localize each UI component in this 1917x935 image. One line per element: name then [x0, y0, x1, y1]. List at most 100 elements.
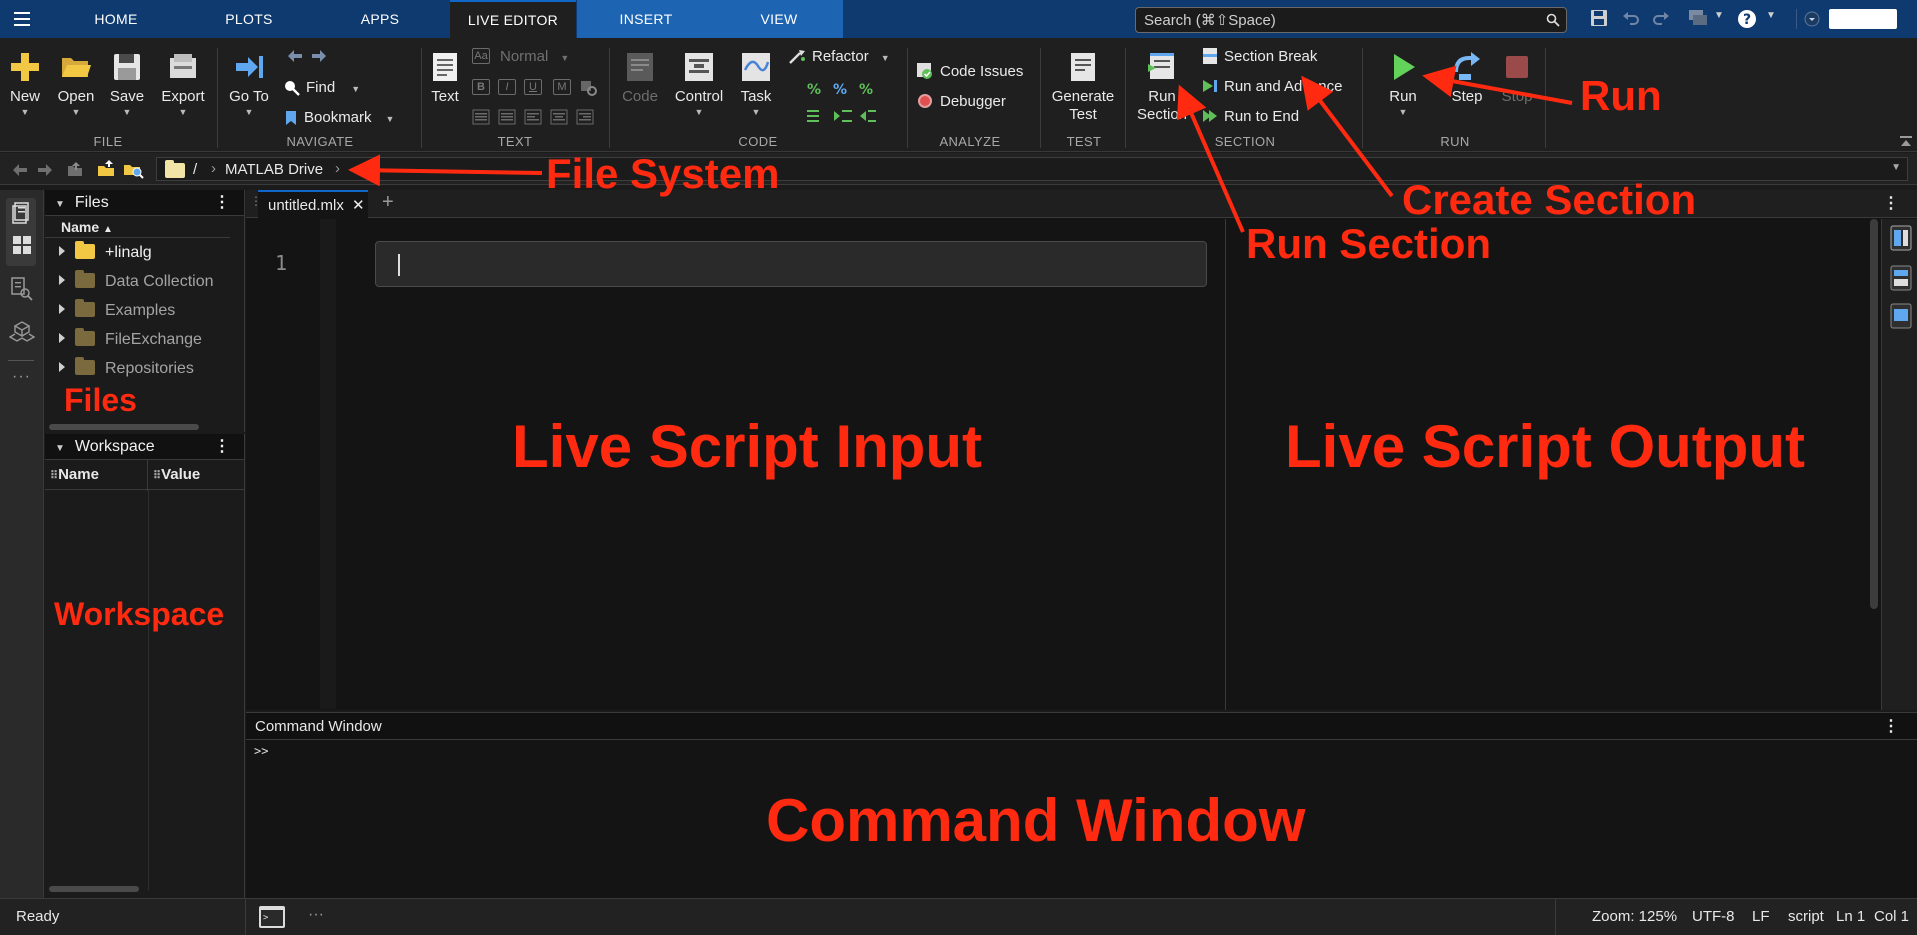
chevron-down-icon[interactable]: ▼ — [1714, 10, 1724, 21]
code-button[interactable]: Code — [614, 46, 666, 132]
forward-arrow-icon[interactable] — [311, 49, 327, 63]
export-button[interactable]: Export ▼ — [152, 46, 214, 132]
comment-icons[interactable]: %%% — [804, 79, 878, 99]
text-button[interactable]: Text — [426, 46, 464, 132]
monospace-icon[interactable]: M — [553, 79, 571, 95]
back-arrow-icon[interactable] — [12, 163, 28, 177]
find-button[interactable]: Find ▼ — [284, 77, 360, 99]
path-root[interactable]: / — [193, 161, 197, 178]
expand-triangle-icon[interactable] — [59, 246, 65, 256]
workspace-panel-icon[interactable] — [12, 235, 32, 255]
collapse-ribbon-icon[interactable] — [1899, 134, 1913, 148]
save-button[interactable]: Save ▼ — [102, 46, 152, 132]
folder-row[interactable]: Data Collection — [59, 267, 244, 296]
menu-icon[interactable] — [10, 8, 36, 30]
switch-windows-icon[interactable] — [1688, 9, 1710, 27]
more-options-icon[interactable]: ··· — [12, 368, 31, 386]
expand-triangle-icon[interactable] — [59, 304, 65, 314]
editor-tab-untitled[interactable]: untitled.mlx ✕ — [258, 190, 368, 218]
code-input-cell[interactable] — [375, 241, 1207, 287]
open-button[interactable]: Open ▼ — [50, 46, 102, 132]
close-tab-icon[interactable]: ✕ — [352, 196, 365, 214]
text-settings-icon[interactable] — [580, 79, 598, 97]
list-and-align-icons[interactable] — [472, 108, 602, 126]
add-ons-icon[interactable] — [9, 320, 35, 346]
tab-home[interactable]: HOME — [62, 0, 170, 38]
tab-apps[interactable]: APPS — [330, 0, 430, 38]
italic-icon[interactable]: I — [498, 79, 516, 95]
find-files-icon[interactable] — [10, 276, 34, 302]
stop-button[interactable]: Stop — [1490, 46, 1544, 132]
editor-vertical-scrollbar[interactable] — [1870, 219, 1878, 609]
files-horizontal-scrollbar[interactable] — [49, 424, 199, 430]
step-button[interactable]: Step — [1440, 46, 1494, 132]
add-tab-button[interactable]: + — [382, 191, 394, 214]
bold-icon[interactable]: B — [472, 79, 490, 95]
browse-folder-icon[interactable] — [96, 159, 116, 179]
folder-row[interactable]: Repositories — [59, 354, 244, 383]
bookmark-button[interactable]: Bookmark ▼ — [284, 107, 394, 129]
folder-row[interactable]: FileExchange — [59, 325, 244, 354]
text-style-dropdown[interactable]: Normal ▼ — [500, 46, 569, 68]
code-issues-button[interactable]: Code Issues — [916, 61, 1023, 83]
up-folder-icon[interactable] — [66, 160, 84, 178]
files-column-header[interactable]: Name ▲ — [45, 216, 230, 238]
back-arrow-icon[interactable] — [287, 49, 303, 63]
redo-icon[interactable] — [1652, 10, 1670, 26]
status-zoom[interactable]: Zoom: 125% — [1592, 899, 1677, 935]
more-options-icon[interactable]: ··· — [308, 897, 324, 933]
editor-menu-icon[interactable]: ⋮ — [1883, 193, 1899, 213]
workspace-column-name[interactable]: ⠿Name — [48, 460, 148, 491]
text-style-icon[interactable]: Aa — [472, 48, 490, 64]
run-and-advance-button[interactable]: Run and Advance — [1202, 76, 1342, 98]
status-encoding[interactable]: UTF-8 — [1692, 899, 1735, 935]
debugger-button[interactable]: Debugger — [916, 91, 1006, 113]
expand-triangle-icon[interactable] — [59, 275, 65, 285]
chevron-down-icon[interactable]: ▼ — [1891, 162, 1901, 173]
task-button[interactable]: Task ▼ — [728, 46, 784, 132]
go-to-button[interactable]: Go To ▼ — [222, 46, 276, 132]
control-button[interactable]: Control ▼ — [668, 46, 730, 132]
notifications-icon[interactable] — [1804, 11, 1820, 27]
files-panel-icon[interactable] — [12, 202, 32, 224]
output-divider[interactable] — [1225, 219, 1226, 710]
collapse-triangle-icon[interactable]: ▼ — [55, 192, 65, 218]
workspace-column-value[interactable]: ⠿Value — [151, 460, 200, 491]
undo-icon[interactable] — [1622, 10, 1640, 26]
panel-menu-icon[interactable]: ⋮ — [214, 190, 230, 216]
terminal-icon[interactable]: > — [258, 905, 286, 929]
expand-triangle-icon[interactable] — [59, 333, 65, 343]
search-box[interactable] — [1135, 7, 1567, 33]
workspace-horizontal-scrollbar[interactable] — [49, 886, 139, 892]
search-input[interactable] — [1136, 8, 1566, 32]
run-to-end-button[interactable]: Run to End — [1202, 106, 1299, 128]
path-matlab-drive[interactable]: MATLAB Drive — [225, 161, 323, 178]
generate-test-button[interactable]: Generate Test — [1044, 46, 1122, 132]
tab-view[interactable]: VIEW — [715, 0, 843, 38]
output-right-icon[interactable] — [1890, 225, 1912, 251]
expand-triangle-icon[interactable] — [59, 362, 65, 372]
underline-icon[interactable]: U — [524, 79, 542, 95]
user-account-box[interactable] — [1829, 9, 1897, 29]
help-icon[interactable]: ? — [1737, 9, 1757, 29]
tab-plots[interactable]: PLOTS — [190, 0, 308, 38]
section-break-button[interactable]: Section Break — [1202, 46, 1317, 68]
panel-menu-icon[interactable]: ⋮ — [214, 434, 230, 460]
command-window-menu-icon[interactable]: ⋮ — [1883, 716, 1899, 736]
run-button[interactable]: Run ▼ — [1376, 46, 1430, 132]
save-icon[interactable] — [1590, 9, 1608, 27]
folder-row[interactable]: Examples — [59, 296, 244, 325]
refactor-button[interactable]: Refactor ▼ — [788, 46, 890, 68]
search-folder-icon[interactable] — [122, 159, 144, 179]
status-eol[interactable]: LF — [1752, 899, 1770, 935]
output-inline-icon[interactable] — [1890, 265, 1912, 291]
collapse-triangle-icon[interactable]: ▼ — [55, 436, 65, 462]
tab-insert[interactable]: INSERT — [577, 0, 715, 38]
hide-code-icon[interactable] — [1890, 303, 1912, 329]
chevron-down-icon[interactable]: ▼ — [1766, 10, 1776, 21]
forward-arrow-icon[interactable] — [37, 163, 53, 177]
indent-icons[interactable] — [804, 107, 878, 127]
folder-row[interactable]: +linalg — [59, 238, 244, 267]
tab-live-editor[interactable]: LIVE EDITOR — [450, 0, 576, 38]
run-section-button[interactable]: Run Section — [1132, 46, 1192, 132]
